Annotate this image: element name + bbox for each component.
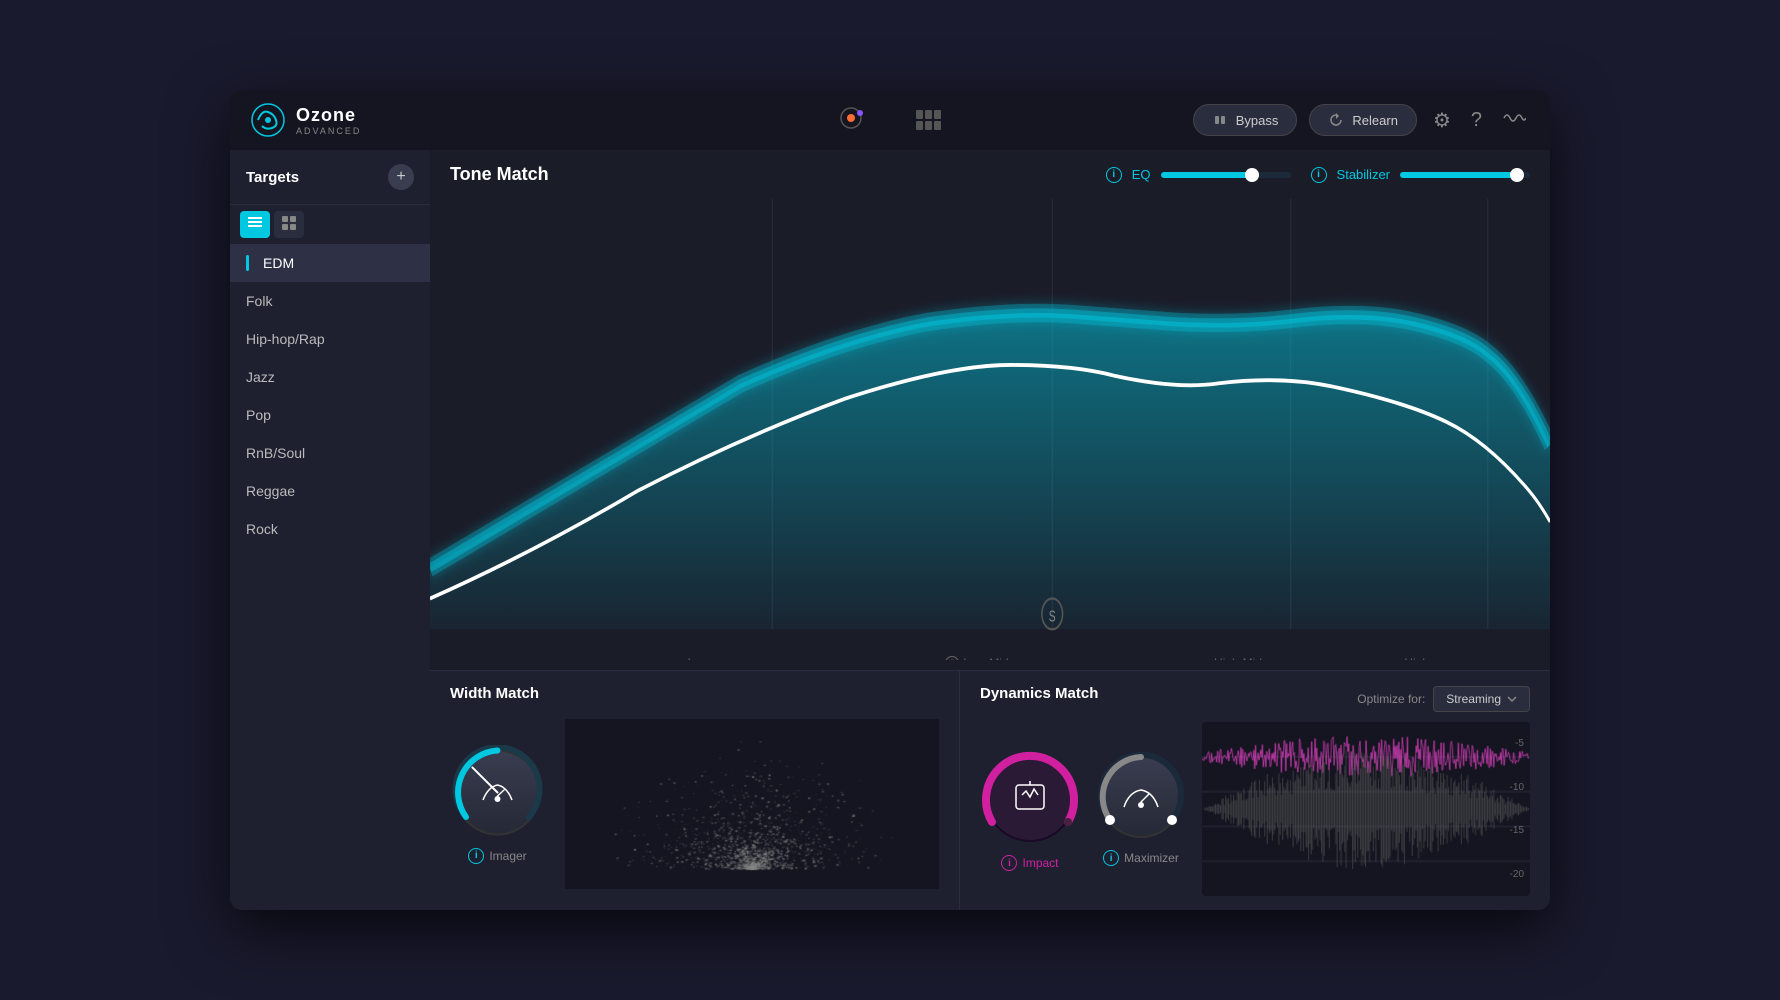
- sidebar-item-hip-hop-rap[interactable]: Hip-hop/Rap: [230, 320, 430, 358]
- bottom-sections: Width Match: [430, 670, 1550, 910]
- imager-knob-container: i Imager: [450, 745, 545, 864]
- optimize-control: Optimize for: Streaming: [1357, 686, 1530, 712]
- stereo-scope: [565, 719, 939, 889]
- stabilizer-slider[interactable]: [1400, 172, 1530, 178]
- logo-text: Ozone ADVANCED: [296, 105, 361, 136]
- waveform-level-labels: -5 -10 -15 -20: [1510, 722, 1524, 896]
- grid-view-tab[interactable]: [274, 211, 304, 238]
- content-area: Tone Match i EQ i Stabilizer: [430, 150, 1550, 910]
- width-match-content: i Imager: [450, 712, 939, 896]
- width-match-section: Width Match: [430, 671, 960, 910]
- logo-icon: [250, 102, 286, 138]
- eq-slider[interactable]: [1161, 172, 1291, 178]
- nav-circle-btn[interactable]: [830, 97, 876, 143]
- sidebar-item-folk[interactable]: Folk: [230, 282, 430, 320]
- maximizer-knob[interactable]: [1096, 752, 1186, 842]
- impact-knob[interactable]: [980, 747, 1080, 847]
- spectrum-svg: S: [430, 199, 1550, 660]
- top-right-controls: Bypass Relearn ⚙ ?: [950, 104, 1530, 137]
- nav-circle-icon: [838, 105, 868, 135]
- sidebar-item-rnb-soul[interactable]: RnB/Soul: [230, 434, 430, 472]
- sidebar-item-rock[interactable]: Rock: [230, 510, 430, 548]
- imager-knob[interactable]: [450, 745, 545, 840]
- stabilizer-info-icon[interactable]: i: [1311, 167, 1327, 183]
- freq-label-high-mid: High-Mid: [1214, 656, 1262, 660]
- settings-button[interactable]: ⚙: [1429, 104, 1455, 137]
- maximizer-knob-container: i Maximizer: [1096, 752, 1186, 866]
- dynamics-knobs: i Impact: [980, 722, 1186, 896]
- freq-label-low-mid: S Low-Mid: [945, 656, 1008, 660]
- relearn-icon: [1328, 112, 1344, 128]
- imager-info-icon[interactable]: i: [468, 848, 484, 864]
- tone-match-section: Tone Match i EQ i Stabilizer: [430, 150, 1550, 670]
- app-name: Ozone: [296, 105, 361, 126]
- app-subtitle: ADVANCED: [296, 126, 361, 136]
- chevron-down-icon: [1507, 696, 1517, 702]
- logo-area: Ozone ADVANCED: [250, 102, 830, 138]
- stabilizer-control: i Stabilizer: [1311, 167, 1530, 183]
- eq-control: i EQ: [1106, 167, 1291, 183]
- main-area: Targets +: [230, 150, 1550, 910]
- grid-icon: [282, 216, 296, 230]
- svg-text:S: S: [1049, 608, 1056, 626]
- sidebar-item-jazz[interactable]: Jazz: [230, 358, 430, 396]
- waveform-display: -5 -10 -15 -20: [1202, 722, 1530, 896]
- top-center-nav: [830, 97, 950, 143]
- dynamics-match-section: Dynamics Match Optimize for: Streaming: [960, 671, 1550, 910]
- impact-knob-container: i Impact: [980, 747, 1080, 871]
- help-button[interactable]: ?: [1467, 105, 1486, 136]
- wave-icon: [1502, 110, 1526, 126]
- waveform-level-label: -15: [1510, 825, 1524, 836]
- list-view-tab[interactable]: [240, 211, 270, 238]
- freq-label-low: Low: [688, 656, 710, 660]
- app-container: Ozone ADVANCED: [230, 90, 1550, 910]
- waveform-level-label: -20: [1510, 869, 1524, 880]
- sidebar-item-reggae[interactable]: Reggae: [230, 472, 430, 510]
- sidebar-item-edm[interactable]: EDM: [230, 244, 430, 282]
- dynamics-match-header: Dynamics Match Optimize for: Streaming: [980, 685, 1530, 712]
- bypass-button[interactable]: Bypass: [1193, 104, 1298, 136]
- stabilizer-label: Stabilizer: [1337, 167, 1390, 182]
- top-bar: Ozone ADVANCED: [230, 90, 1550, 150]
- sidebar-header: Targets +: [230, 150, 430, 205]
- sidebar-list: EDMFolkHip-hop/RapJazzPopRnB/SoulReggaeR…: [230, 244, 430, 910]
- maximizer-label: i Maximizer: [1103, 850, 1179, 866]
- relearn-button[interactable]: Relearn: [1309, 104, 1417, 136]
- eq-info-icon[interactable]: i: [1106, 167, 1122, 183]
- freq-label-high: High: [1404, 656, 1429, 660]
- optimize-dropdown[interactable]: Streaming: [1433, 686, 1530, 712]
- nav-grid-icon: [914, 108, 942, 132]
- sidebar-item-pop[interactable]: Pop: [230, 396, 430, 434]
- maximizer-info-icon[interactable]: i: [1103, 850, 1119, 866]
- impact-label: i Impact: [1001, 855, 1058, 871]
- dynamics-match-title: Dynamics Match: [980, 685, 1098, 702]
- eq-label: EQ: [1132, 167, 1151, 182]
- extra-button[interactable]: [1498, 105, 1530, 136]
- imager-label: i Imager: [468, 848, 526, 864]
- nav-grid-btn[interactable]: [906, 100, 950, 140]
- spectrum-chart: S Low S Low-Mid High-Mid High: [430, 199, 1550, 660]
- tone-match-header: Tone Match i EQ i Stabilizer: [430, 150, 1550, 199]
- optimize-label: Optimize for:: [1357, 692, 1425, 706]
- waveform-level-label: -10: [1510, 782, 1524, 793]
- sidebar-title: Targets: [246, 169, 299, 186]
- add-target-button[interactable]: +: [388, 164, 414, 190]
- dynamics-main-content: i Impact: [980, 722, 1530, 896]
- bypass-icon: [1212, 112, 1228, 128]
- list-icon: [248, 216, 262, 230]
- tone-match-title: Tone Match: [450, 164, 1086, 185]
- sidebar: Targets +: [230, 150, 430, 910]
- waveform-level-label: -5: [1515, 738, 1524, 749]
- width-match-title: Width Match: [450, 685, 939, 702]
- impact-info-icon[interactable]: i: [1001, 855, 1017, 871]
